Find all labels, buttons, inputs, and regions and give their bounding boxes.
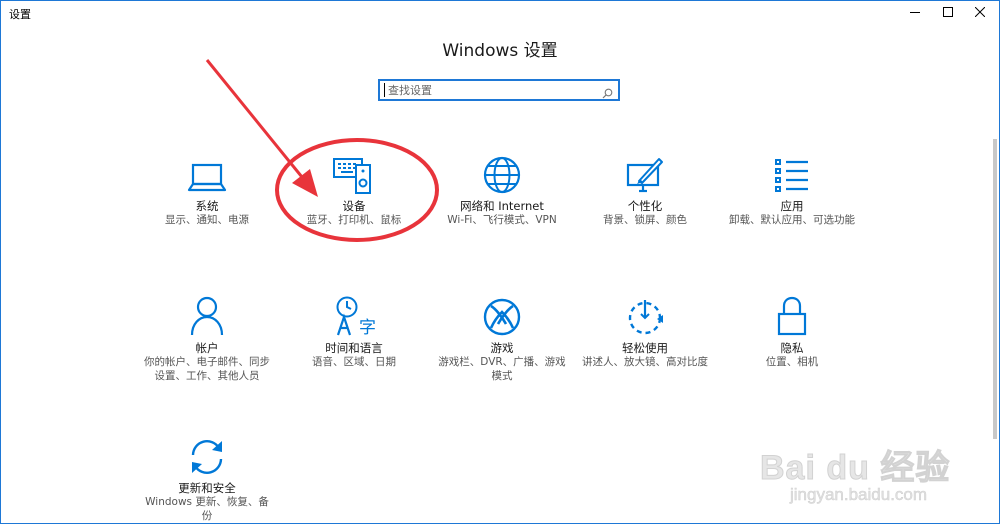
scrollbar[interactable] xyxy=(993,139,997,439)
sync-icon xyxy=(191,440,223,474)
watermark-url: jingyan.baidu.com xyxy=(790,485,928,505)
tile-description: 位置、相机 xyxy=(765,356,819,368)
tile-label: 时间和语言 xyxy=(325,341,383,355)
minimize-button[interactable] xyxy=(898,1,932,23)
maximize-icon xyxy=(943,7,953,17)
tile-label: 隐私 xyxy=(780,341,804,355)
tile-apps[interactable]: 应用 卸载、默认应用、可选功能 xyxy=(722,151,862,227)
devices-icon xyxy=(333,158,371,194)
tile-label: 网络和 Internet xyxy=(460,199,544,213)
tile-gaming[interactable]: 游戏 游戏栏、DVR、广播、游戏 模式 xyxy=(432,293,572,383)
tile-description: 蓝牙、打印机、鼠标 xyxy=(306,214,402,226)
tile-description: 讲述人、放大镜、高对比度 xyxy=(582,356,708,368)
watermark-logo-text: Bai du 经验 xyxy=(759,449,951,488)
tile-label: 轻松使用 xyxy=(622,341,668,355)
search-icon[interactable] xyxy=(602,84,613,103)
search-input[interactable] xyxy=(384,83,598,97)
tile-time-language[interactable]: 字 时间和语言 语音、区域、日期 xyxy=(284,293,424,369)
tile-description: 背景、锁屏、颜色 xyxy=(603,214,687,226)
person-icon xyxy=(190,296,224,336)
tile-description: 设置、工作、其他人员 xyxy=(154,370,260,382)
tile-description: 游戏栏、DVR、广播、游戏 xyxy=(438,356,566,368)
tile-label: 帐户 xyxy=(195,341,219,355)
maximize-button[interactable] xyxy=(931,1,965,23)
minimize-icon xyxy=(910,12,920,13)
tile-network[interactable]: 网络和 Internet Wi-Fi、飞行模式、VPN xyxy=(432,151,572,227)
ease-of-access-icon xyxy=(628,300,663,335)
tile-privacy[interactable]: 隐私 位置、相机 xyxy=(722,293,862,369)
paint-icon xyxy=(626,158,663,193)
close-icon xyxy=(975,7,985,17)
tile-devices[interactable]: 设备 蓝牙、打印机、鼠标 xyxy=(284,151,424,227)
tile-update-security[interactable]: 更新和安全 Windows 更新、恢复、备 份 xyxy=(137,433,277,523)
search-box[interactable] xyxy=(378,79,620,101)
tile-label: 应用 xyxy=(780,199,804,213)
tile-system[interactable]: 系统 显示、通知、电源 xyxy=(137,151,277,227)
xbox-icon xyxy=(483,298,521,336)
time-language-icon: 字 xyxy=(336,296,375,337)
tile-label: 设备 xyxy=(342,199,366,213)
globe-icon xyxy=(483,156,521,194)
tile-label: 更新和安全 xyxy=(178,481,236,495)
tile-accounts[interactable]: 帐户 你的帐户、电子邮件、同步 设置、工作、其他人员 xyxy=(137,293,277,383)
baidu-watermark: Bai du 经验 jingyan.baidu.com xyxy=(759,440,960,524)
tile-label: 游戏 xyxy=(490,341,514,355)
lock-icon xyxy=(777,296,807,336)
tile-ease-of-access[interactable]: 轻松使用 讲述人、放大镜、高对比度 xyxy=(575,293,715,369)
tile-description: 显示、通知、电源 xyxy=(165,214,249,226)
tile-description: 语音、区域、日期 xyxy=(312,356,396,368)
tile-description: 卸载、默认应用、可选功能 xyxy=(729,214,855,226)
tile-description: Wi-Fi、飞行模式、VPN xyxy=(447,214,557,226)
tile-label: 个性化 xyxy=(627,199,663,213)
tile-personalization[interactable]: 个性化 背景、锁屏、颜色 xyxy=(575,151,715,227)
apps-list-icon xyxy=(775,159,808,192)
tile-description: 份 xyxy=(201,510,213,522)
close-button[interactable] xyxy=(963,1,997,23)
tile-label: 系统 xyxy=(195,199,219,213)
app-title: 设置 xyxy=(9,8,31,21)
page-title: Windows 设置 xyxy=(442,41,558,61)
laptop-icon xyxy=(187,163,227,192)
tile-description: Windows 更新、恢复、备 xyxy=(145,496,269,508)
tile-description: 你的帐户、电子邮件、同步 xyxy=(144,356,270,368)
title-bar[interactable]: 设置 xyxy=(1,1,999,25)
svg-text:字: 字 xyxy=(359,318,375,337)
tile-description: 模式 xyxy=(491,370,513,382)
